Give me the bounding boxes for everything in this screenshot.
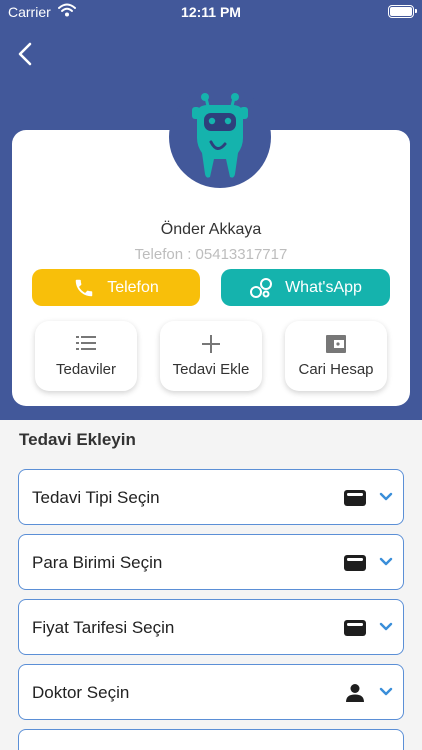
chevron-left-icon	[18, 42, 32, 66]
plus-icon	[160, 333, 262, 355]
chevron-down-icon	[379, 620, 393, 639]
battery-icon	[388, 5, 417, 18]
add-treatment-label: Tedavi Ekle	[172, 361, 250, 378]
avatar	[169, 86, 271, 188]
price-tariff-select[interactable]: Fiyat Tarifesi Seçin	[18, 599, 404, 655]
patient-phone: Telefon : 05413317717	[134, 246, 288, 263]
select-label: Para Birimi Seçin	[32, 553, 163, 572]
add-treatment-button[interactable]: Tedavi Ekle	[160, 321, 262, 391]
wallet-icon	[343, 487, 367, 514]
treatments-label: Tedaviler	[55, 361, 117, 378]
form-title: Tedavi Ekleyin	[19, 430, 136, 449]
phone-button-label: Telefon	[107, 278, 159, 296]
currency-select[interactable]: Para Birimi Seçin	[18, 534, 404, 590]
back-button[interactable]	[12, 40, 40, 68]
status-bar: Carrier 12:11 PM	[0, 0, 422, 24]
treatments-button[interactable]: Tedaviler	[35, 321, 137, 391]
list-icon	[35, 333, 137, 353]
patient-name: Önder Akkaya	[160, 221, 262, 238]
status-time: 12:11 PM	[181, 4, 241, 20]
tooth-robot-mascot-icon	[192, 93, 248, 178]
select-label: Tedavi Tipi Seçin	[32, 488, 160, 507]
whatsapp-button-label: What'sApp	[285, 278, 362, 296]
partial-select[interactable]	[18, 729, 404, 750]
phone-icon	[73, 277, 95, 299]
account-label: Cari Hesap	[298, 361, 374, 378]
account-button[interactable]: Cari Hesap	[285, 321, 387, 391]
person-icon	[343, 682, 367, 709]
phone-button[interactable]: Telefon	[32, 269, 200, 306]
treatment-type-select[interactable]: Tedavi Tipi Seçin	[18, 469, 404, 525]
chevron-down-icon	[379, 555, 393, 574]
doctor-select[interactable]: Doktor Seçin	[18, 664, 404, 720]
whatsapp-button[interactable]: What'sApp	[221, 269, 390, 306]
chevron-down-icon	[379, 685, 393, 704]
bubbles-icon	[249, 277, 273, 299]
wallet-outline-icon	[285, 333, 387, 355]
chevron-down-icon	[379, 490, 393, 509]
wallet-icon	[343, 552, 367, 579]
wallet-icon	[343, 617, 367, 644]
select-label: Fiyat Tarifesi Seçin	[32, 618, 175, 637]
select-label: Doktor Seçin	[32, 683, 130, 702]
